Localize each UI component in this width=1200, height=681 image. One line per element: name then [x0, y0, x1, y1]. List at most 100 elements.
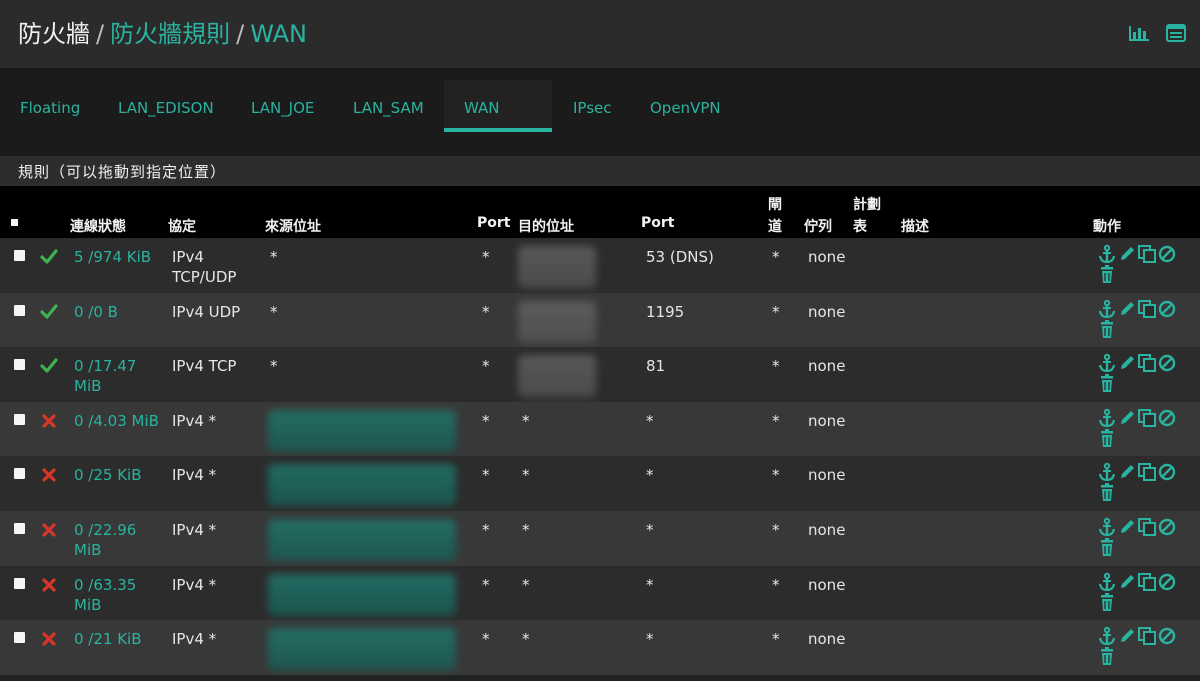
copy-icon[interactable]	[1137, 626, 1157, 646]
pencil-icon[interactable]	[1117, 462, 1137, 482]
row-actions	[1097, 353, 1185, 393]
breadcrumb-rules-link[interactable]: 防火牆規則	[110, 20, 230, 48]
pencil-icon[interactable]	[1117, 244, 1137, 264]
tab-lan-edison[interactable]: LAN_EDISON	[118, 80, 214, 132]
row-actions	[1097, 299, 1185, 339]
table-row[interactable]: 0 /17.47 MiB IPv4 TCP * * 81 * none	[0, 347, 1200, 402]
table-row[interactable]: 0 /4.03 MiB IPv4 * * * * * none	[0, 401, 1200, 457]
table-row[interactable]: 0 /21 KiB IPv4 * * * * * none	[0, 620, 1200, 675]
trash-icon[interactable]	[1097, 482, 1117, 502]
breadcrumb-firewall: 防火牆	[18, 20, 90, 48]
disable-icon[interactable]	[1157, 408, 1177, 428]
copy-icon[interactable]	[1137, 572, 1157, 592]
select-all-checkbox[interactable]	[8, 216, 21, 229]
row-destination-redacted	[518, 300, 596, 343]
row-checkbox[interactable]	[14, 632, 25, 644]
anchor-icon[interactable]	[1097, 517, 1117, 537]
row-checkbox[interactable]	[14, 250, 25, 261]
row-gateway: *	[772, 357, 780, 376]
rules-panel: 規則（可以拖動到指定位置） 連線狀態 協定 來源位址 Port 目的位址 Por…	[0, 156, 1200, 681]
row-dest-port: *	[646, 411, 654, 430]
row-destination: *	[522, 466, 530, 485]
tab-lan-joe[interactable]: LAN_JOE	[251, 80, 314, 132]
col-description: 描述	[901, 219, 929, 235]
row-states[interactable]: 5 /974 KiB	[74, 247, 162, 267]
trash-icon[interactable]	[1097, 428, 1117, 448]
copy-icon[interactable]	[1137, 517, 1157, 537]
disable-icon[interactable]	[1157, 244, 1177, 264]
trash-icon[interactable]	[1097, 537, 1117, 557]
copy-icon[interactable]	[1137, 244, 1157, 264]
trash-icon[interactable]	[1097, 319, 1117, 339]
table-icon[interactable]	[1166, 24, 1186, 42]
row-states[interactable]: 0 /25 KiB	[74, 465, 162, 485]
pencil-icon[interactable]	[1117, 517, 1137, 537]
tab-wan[interactable]: WAN	[444, 80, 552, 132]
trash-icon[interactable]	[1097, 373, 1117, 393]
tab-lan-sam[interactable]: LAN_SAM	[353, 80, 424, 132]
row-destination: *	[522, 411, 530, 430]
copy-icon[interactable]	[1137, 353, 1157, 373]
disable-icon[interactable]	[1157, 462, 1177, 482]
pencil-icon[interactable]	[1117, 299, 1137, 319]
row-source-port: *	[482, 411, 490, 430]
pencil-icon[interactable]	[1117, 353, 1137, 373]
row-states[interactable]: 0 /0 B	[74, 302, 162, 322]
tab-openvpn[interactable]: OpenVPN	[650, 80, 721, 132]
row-checkbox[interactable]	[14, 522, 25, 534]
row-states[interactable]: 0 /63.35 MiB	[74, 575, 162, 615]
row-states[interactable]: 0 /22.96 MiB	[74, 520, 162, 560]
row-states[interactable]: 0 /21 KiB	[74, 629, 162, 649]
tab-ipsec[interactable]: IPsec	[573, 80, 612, 132]
chart-icon[interactable]	[1128, 24, 1150, 42]
disable-icon[interactable]	[1157, 517, 1177, 537]
anchor-icon[interactable]	[1097, 353, 1117, 373]
table-row[interactable]: 0 /22.96 MiB IPv4 * * * * * none	[0, 510, 1200, 566]
col-schedule-line2: 表	[853, 219, 867, 235]
row-checkbox[interactable]	[14, 577, 25, 589]
row-protocol: IPv4 *	[172, 520, 217, 539]
pencil-icon[interactable]	[1117, 626, 1137, 646]
table-row[interactable]: 0 /25 KiB IPv4 * * * * * none	[0, 456, 1200, 511]
disable-icon[interactable]	[1157, 626, 1177, 646]
trash-icon[interactable]	[1097, 592, 1117, 612]
row-checkbox[interactable]	[14, 304, 25, 316]
disable-icon[interactable]	[1157, 299, 1177, 319]
row-states[interactable]: 0 /4.03 MiB	[74, 411, 162, 431]
row-protocol: IPv4 TCP/UDP	[172, 248, 237, 286]
anchor-icon[interactable]	[1097, 626, 1117, 646]
anchor-icon[interactable]	[1097, 299, 1117, 319]
table-row[interactable]: 5 /974 KiB IPv4 TCP/UDP * * 53 (DNS) * none	[0, 238, 1200, 293]
row-queue: none	[808, 411, 846, 430]
row-queue: none	[808, 357, 846, 376]
row-source-port: *	[482, 630, 490, 649]
pencil-icon[interactable]	[1117, 572, 1137, 592]
row-protocol: IPv4 TCP	[172, 357, 237, 376]
copy-icon[interactable]	[1137, 462, 1157, 482]
panel-title: 規則（可以拖動到指定位置）	[0, 156, 1200, 186]
table-row[interactable]: 0 /63.35 MiB IPv4 * * * * * none	[0, 565, 1200, 621]
tab-floating[interactable]: Floating	[20, 80, 80, 132]
breadcrumb-current[interactable]: WAN	[250, 20, 307, 48]
copy-icon[interactable]	[1137, 299, 1157, 319]
row-states[interactable]: 0 /17.47 MiB	[74, 356, 162, 396]
disabled-x-icon	[42, 632, 56, 646]
disable-icon[interactable]	[1157, 572, 1177, 592]
disable-icon[interactable]	[1157, 353, 1177, 373]
table-row[interactable]: 0 /0 B IPv4 UDP * * 1195 * none	[0, 292, 1200, 348]
row-dest-port: 81	[646, 357, 666, 376]
row-checkbox[interactable]	[14, 359, 25, 371]
row-gateway: *	[772, 575, 780, 594]
anchor-icon[interactable]	[1097, 408, 1117, 428]
row-checkbox[interactable]	[14, 413, 25, 425]
row-checkbox[interactable]	[14, 468, 25, 480]
anchor-icon[interactable]	[1097, 462, 1117, 482]
breadcrumb-separator: /	[236, 20, 245, 48]
anchor-icon[interactable]	[1097, 244, 1117, 264]
trash-icon[interactable]	[1097, 264, 1117, 284]
trash-icon[interactable]	[1097, 646, 1117, 666]
copy-icon[interactable]	[1137, 408, 1157, 428]
row-protocol: IPv4 UDP	[172, 302, 241, 321]
anchor-icon[interactable]	[1097, 572, 1117, 592]
pencil-icon[interactable]	[1117, 408, 1137, 428]
